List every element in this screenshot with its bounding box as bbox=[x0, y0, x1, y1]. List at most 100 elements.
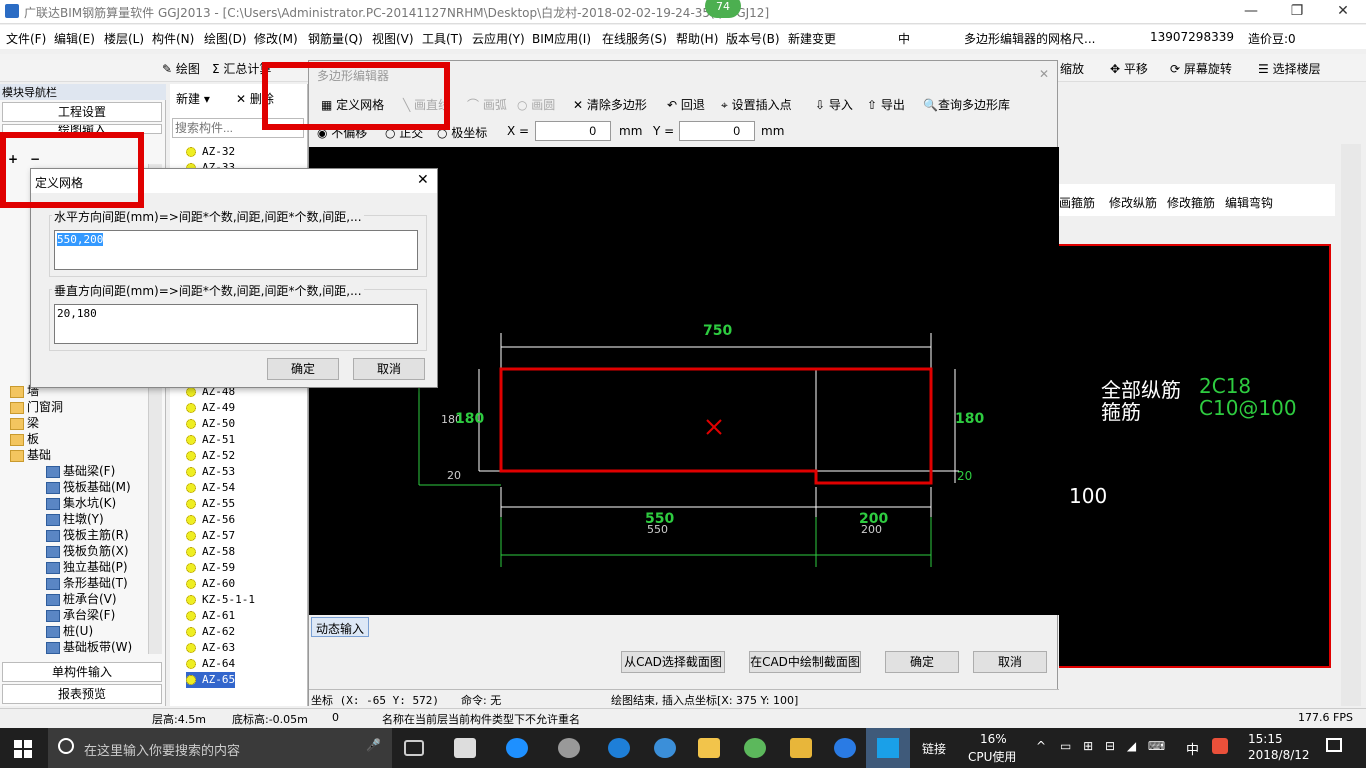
search-hint[interactable]: 多边形编辑器的网格尺... bbox=[964, 30, 1095, 47]
tree-foundation[interactable]: 基础 bbox=[10, 447, 51, 463]
tray-up-icon[interactable]: ^ bbox=[1036, 739, 1046, 753]
edit-long-button[interactable]: 修改纵筋 bbox=[1109, 194, 1157, 211]
component-list-item[interactable]: AZ-60 bbox=[186, 576, 235, 592]
phone-number[interactable]: 13907298339 bbox=[1150, 30, 1234, 44]
tree-foundation-child[interactable]: 桩承台(V) bbox=[46, 591, 117, 607]
minimize-button[interactable]: — bbox=[1228, 0, 1274, 24]
tree-slab[interactable]: 板 bbox=[10, 431, 39, 447]
project-settings-button[interactable]: 工程设置 bbox=[2, 102, 162, 122]
folder-icon[interactable] bbox=[698, 738, 720, 758]
poly-close-button[interactable]: ✕ bbox=[1039, 67, 1049, 81]
task-view-icon[interactable] bbox=[404, 740, 424, 756]
tree-foundation-child[interactable]: 筏板基础(M) bbox=[46, 479, 131, 495]
component-list-item[interactable]: AZ-54 bbox=[186, 480, 235, 496]
poly-cancel-button[interactable]: 取消 bbox=[973, 651, 1047, 673]
draw-arc-button[interactable]: ⌒ 画弧 bbox=[467, 96, 507, 113]
grid-cancel-button[interactable]: 取消 bbox=[353, 358, 425, 380]
component-list-item[interactable]: AZ-49 bbox=[186, 400, 235, 416]
right-canvas[interactable]: 全部纵筋 2C18 箍筋 C10@100 100 bbox=[1059, 244, 1331, 668]
app-note-icon[interactable] bbox=[790, 738, 812, 758]
pan-button[interactable]: ✥ 平移 bbox=[1110, 60, 1148, 77]
set-insert-point-button[interactable]: ⌖ 设置插入点 bbox=[721, 96, 792, 113]
new-button[interactable]: 新建 ▾ bbox=[176, 90, 210, 107]
menu-item[interactable]: 编辑(E) bbox=[54, 30, 95, 47]
component-list-item[interactable]: AZ-63 bbox=[186, 640, 235, 656]
vertical-spacing-input[interactable]: 20,180 bbox=[54, 304, 418, 344]
from-cad-button[interactable]: 从CAD选择截面图 bbox=[621, 651, 725, 673]
import-button[interactable]: ⇩ 导入 bbox=[815, 96, 853, 113]
poly-ok-button[interactable]: 确定 bbox=[885, 651, 959, 673]
tree-foundation-child[interactable]: 筏板主筋(R) bbox=[46, 527, 129, 543]
restore-button[interactable]: ❐ bbox=[1274, 0, 1320, 24]
draw-stirrup-button[interactable]: 画箍筋 bbox=[1059, 194, 1095, 211]
tree-foundation-child[interactable]: 筏板负筋(X) bbox=[46, 543, 129, 559]
component-list-item[interactable]: AZ-56 bbox=[186, 512, 235, 528]
undo-button[interactable]: ↶ 回退 bbox=[667, 96, 705, 113]
edit-hook-button[interactable]: 编辑弯钩 bbox=[1225, 194, 1273, 211]
taskbar-search[interactable]: 在这里输入你要搜索的内容 🎤 bbox=[48, 728, 392, 768]
component-list-item[interactable]: AZ-50 bbox=[186, 416, 235, 432]
horizontal-spacing-input[interactable]: 550,200 bbox=[54, 230, 418, 270]
clock-date[interactable]: 2018/8/12 bbox=[1248, 748, 1310, 762]
edge-icon[interactable] bbox=[608, 738, 630, 758]
component-list-item[interactable]: AZ-62 bbox=[186, 624, 235, 640]
menu-item[interactable]: 钢筋量(Q) bbox=[308, 30, 363, 47]
app-icon-2[interactable] bbox=[558, 738, 580, 758]
component-list-item[interactable]: AZ-59 bbox=[186, 560, 235, 576]
tree-foundation-child[interactable]: 集水坑(K) bbox=[46, 495, 116, 511]
component-list-item[interactable]: AZ-65 bbox=[186, 672, 236, 688]
mic-icon[interactable]: 🎤 bbox=[366, 738, 381, 752]
component-list-item[interactable]: AZ-64 bbox=[186, 656, 235, 672]
active-app[interactable] bbox=[866, 728, 910, 768]
menu-item[interactable]: 版本号(B) bbox=[726, 30, 780, 47]
select-floor-button[interactable]: ☰ 选择楼层 bbox=[1258, 60, 1321, 77]
component-list-item[interactable]: AZ-32 bbox=[186, 144, 235, 160]
dialog-close-icon[interactable]: ✕ bbox=[417, 172, 429, 188]
close-button[interactable]: ✕ bbox=[1320, 0, 1366, 24]
component-list-item[interactable]: AZ-58 bbox=[186, 544, 235, 560]
tree-foundation-child[interactable]: 桩(U) bbox=[46, 623, 93, 639]
menu-item[interactable]: 文件(F) bbox=[6, 30, 46, 47]
menu-item[interactable]: 绘图(D) bbox=[204, 30, 247, 47]
single-input-button[interactable]: 单构件输入 bbox=[2, 662, 162, 682]
menu-item[interactable]: 工具(T) bbox=[422, 30, 463, 47]
edit-stirrup-button[interactable]: 修改箍筋 bbox=[1167, 194, 1215, 211]
price-label[interactable]: 造价豆:0 bbox=[1248, 30, 1296, 47]
component-list-item[interactable]: AZ-51 bbox=[186, 432, 235, 448]
menu-item[interactable]: 云应用(Y) bbox=[472, 30, 525, 47]
ie-icon[interactable] bbox=[506, 738, 528, 758]
clock-time[interactable]: 15:15 bbox=[1248, 732, 1283, 746]
query-library-button[interactable]: 🔍查询多边形库 bbox=[923, 96, 1010, 113]
tree-foundation-child[interactable]: 条形基础(T) bbox=[46, 575, 128, 591]
rotate-button[interactable]: ⟳ 屏幕旋转 bbox=[1170, 60, 1232, 77]
zoom-button[interactable]: 缩放 bbox=[1060, 60, 1084, 77]
sogou-icon[interactable] bbox=[1212, 738, 1228, 754]
export-button[interactable]: ⇧ 导出 bbox=[867, 96, 905, 113]
component-list-item[interactable]: KZ-5-1-1 bbox=[186, 592, 255, 608]
tray-icons[interactable]: ▭ ⊞ ⊟ ◢ ⌨ bbox=[1060, 739, 1169, 753]
component-list-item[interactable]: AZ-61 bbox=[186, 608, 235, 624]
tree-foundation-child[interactable]: 基础板带(W) bbox=[46, 639, 132, 655]
report-button[interactable]: 报表预览 bbox=[2, 684, 162, 704]
tree-beam[interactable]: 梁 bbox=[10, 415, 39, 431]
x-input[interactable] bbox=[535, 121, 611, 141]
draw-circle-button[interactable]: ○ 画圆 bbox=[517, 96, 555, 113]
component-list-item[interactable]: AZ-57 bbox=[186, 528, 235, 544]
grid-ok-button[interactable]: 确定 bbox=[267, 358, 339, 380]
y-input[interactable] bbox=[679, 121, 755, 141]
ime-indicator[interactable]: 中 bbox=[898, 30, 910, 47]
component-list-item[interactable]: AZ-53 bbox=[186, 464, 235, 480]
menu-item[interactable]: 构件(N) bbox=[152, 30, 194, 47]
menu-item[interactable]: 新建变更 bbox=[788, 30, 836, 47]
component-list-item[interactable]: AZ-52 bbox=[186, 448, 235, 464]
right-scrollbar[interactable] bbox=[1341, 144, 1361, 706]
menu-item[interactable]: 楼层(L) bbox=[104, 30, 144, 47]
ime-indicator[interactable]: 中 bbox=[1186, 739, 1199, 758]
menu-item[interactable]: 视图(V) bbox=[372, 30, 414, 47]
tree-door[interactable]: 门窗洞 bbox=[10, 399, 63, 415]
tree-foundation-child[interactable]: 基础梁(F) bbox=[46, 463, 115, 479]
app-g-icon[interactable] bbox=[834, 738, 856, 758]
tree-foundation-child[interactable]: 承台梁(F) bbox=[46, 607, 115, 623]
dynamic-input-button[interactable]: 动态输入 bbox=[311, 617, 370, 637]
app-green-icon[interactable] bbox=[744, 738, 766, 758]
